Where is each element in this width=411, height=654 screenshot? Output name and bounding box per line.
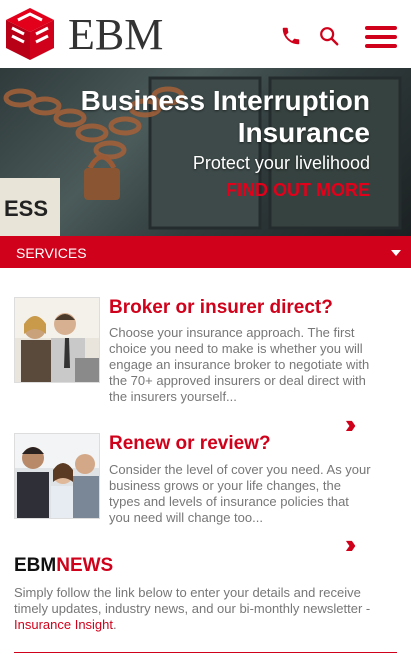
ebm-logo-cube-icon[interactable] [4,6,56,62]
double-chevron-right-icon[interactable]: ›› [345,409,357,440]
card-title-broker-or-insurer[interactable]: Broker or insurer direct? [109,297,333,319]
insurance-insight-link[interactable]: Insurance Insight [14,617,113,632]
ebm-news-heading: EBMNEWS [14,555,114,576]
card-text-broker-or-insurer: Choose your insurance approach. The firs… [109,325,370,404]
hero-title-line-2: Insurance [237,117,370,148]
hero-banner: ESS Business Interruption Insurance Prot… [0,68,411,236]
services-dropdown[interactable]: SERVICES [0,236,411,268]
phone-icon[interactable] [280,25,302,47]
hero-title: Business Interruption Insurance [40,85,370,149]
hamburger-menu-icon[interactable] [365,26,397,48]
services-label: SERVICES [16,245,87,261]
svg-text:ESS: ESS [4,196,48,221]
find-out-more-link[interactable]: FIND OUT MORE [226,180,370,201]
broker-meeting-photo [14,297,100,383]
divider [14,652,397,653]
caret-down-icon [391,250,401,256]
family-review-photo [14,433,100,519]
card-title-renew-or-review[interactable]: Renew or review? [109,433,271,455]
site-header: EBM [0,0,411,68]
double-chevron-right-icon[interactable]: ›› [345,529,357,560]
hero-subtitle: Protect your livelihood [192,153,370,173]
hero-title-line-1: Business Interruption [80,85,370,116]
card-text-renew-or-review: Consider the level of cover you need. As… [109,462,371,525]
search-icon[interactable] [318,25,340,47]
logo-wordmark[interactable]: EBM [68,11,163,59]
news-description: Simply follow the link below to enter yo… [14,585,371,632]
